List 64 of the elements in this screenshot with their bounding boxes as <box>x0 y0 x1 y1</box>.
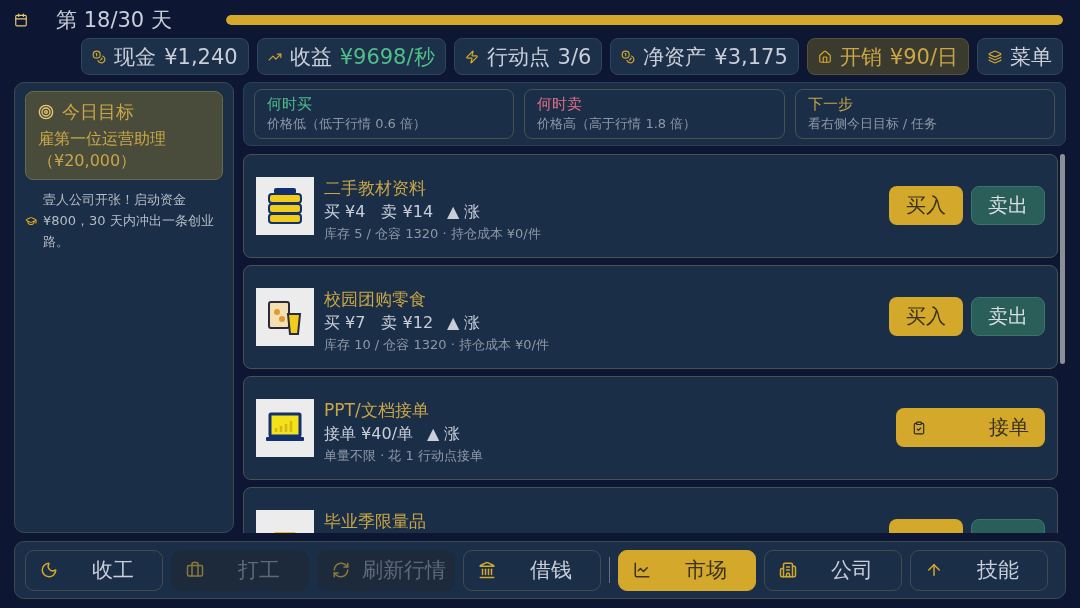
goal-title: 今日目标 <box>62 100 134 124</box>
stat-value: ¥1,240 <box>164 44 238 69</box>
stat-label: 收益 <box>289 43 332 71</box>
trend-label: ▲ 涨 <box>427 424 461 445</box>
laptop-icon <box>265 412 305 444</box>
scrollbar-thumb[interactable] <box>1060 154 1065 364</box>
nav-button[interactable]: 公司 <box>764 549 902 591</box>
sell-button[interactable]: 卖出 <box>971 297 1045 336</box>
tip-title: 何时买 <box>267 95 313 114</box>
snack-icon <box>266 298 304 336</box>
target-icon <box>38 104 54 120</box>
tip-title: 下一步 <box>807 95 854 114</box>
tip-title: 何时卖 <box>537 95 584 114</box>
stat-label: 菜单 <box>1010 43 1052 71</box>
tip-text: 看右侧今日目标 / 任务 <box>807 115 939 133</box>
goal-text: 雇第一位运营助理（¥20,000） <box>38 128 167 172</box>
coin-icon <box>621 49 636 64</box>
item-name: 二手教材资料 <box>324 177 427 200</box>
building-icon <box>779 561 797 579</box>
item-detail: 库存 5 / 仓容 1320 · 持仓成本 ¥0/件 <box>324 225 542 243</box>
item-name: PPT/文档接单 <box>324 399 430 422</box>
tip-text: 价格低（低于行情 0.6 倍） <box>267 115 427 133</box>
graduation-cap-icon <box>25 215 37 228</box>
item-detail: 单量不限 · 花 1 行动点接单 <box>324 447 484 465</box>
stat-label: 现金 <box>114 43 157 71</box>
stat-label: 开销 <box>839 43 882 71</box>
trend-label: ▲ 涨 <box>447 202 481 223</box>
item-price: 接单 ¥40/单 <box>324 424 413 445</box>
nav-button[interactable]: 技能 <box>910 549 1048 591</box>
nav-button[interactable]: 市场 <box>618 549 756 591</box>
item-name: 校园团购零食 <box>324 288 427 311</box>
item-detail: 库存 10 / 仓容 1320 · 持仓成本 ¥0/件 <box>324 336 550 354</box>
tip-text: 价格高（高于行情 1.8 倍） <box>537 115 698 133</box>
stat-label: 行动点 <box>486 43 550 71</box>
order-button[interactable]: 接单 <box>896 408 1045 447</box>
stat-value: ¥90/日 <box>889 43 958 71</box>
books-icon <box>266 186 304 226</box>
buy-button[interactable]: 买入 <box>889 297 963 336</box>
briefcase-icon <box>186 561 204 579</box>
sell-button[interactable]: 卖出 <box>971 186 1045 225</box>
clipboard-icon <box>912 420 926 435</box>
log-message: 壹人公司开张！启动资金 ¥800，30 天内冲出一条创业路。 <box>43 191 215 251</box>
item-name: 毕业季限量品 <box>324 510 427 533</box>
trend-label: ▲ 涨 <box>447 313 481 334</box>
chart-icon <box>633 561 651 579</box>
item-price: 买 ¥7 卖 ¥12 <box>324 313 434 334</box>
lightning-icon <box>464 49 479 64</box>
coin-icon <box>92 49 107 64</box>
menu-button[interactable]: 菜单 <box>977 38 1063 75</box>
stat-value: 3/6 <box>557 44 592 69</box>
buy-button[interactable]: 买入 <box>889 186 963 225</box>
calendar-icon <box>14 13 28 27</box>
refresh-icon <box>332 561 350 579</box>
bank-icon <box>478 561 496 579</box>
stat-label: 净资产 <box>643 43 707 71</box>
day-counter: 第 18/30 天 <box>56 7 172 34</box>
stack-icon <box>988 49 1002 64</box>
item-price: 买 ¥4 卖 ¥14 <box>324 202 434 223</box>
moon-icon <box>40 561 58 579</box>
nav-button[interactable]: 收工 <box>25 549 163 591</box>
stat-value: ¥9698/秒 <box>339 43 435 71</box>
house-icon <box>817 49 832 64</box>
stat-value: ¥3,175 <box>714 44 788 69</box>
nav-button[interactable]: 借钱 <box>463 549 601 591</box>
